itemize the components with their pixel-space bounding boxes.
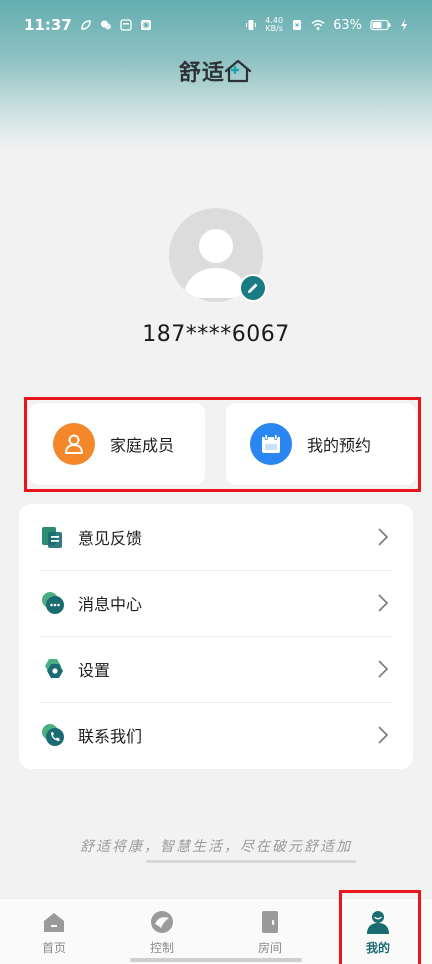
logo-text: 舒适 (178, 60, 225, 86)
my-appointments-label: 我的预约 (307, 436, 372, 455)
settings-menu-list: 意见反馈 消息中心 设置 联系我们 (19, 504, 413, 769)
pencil-icon (248, 283, 258, 293)
control-icon (151, 910, 173, 933)
chevron-right-icon (378, 726, 389, 744)
tab-room[interactable]: 房间 (216, 899, 324, 964)
battery-percent: 63% (333, 17, 362, 33)
home-indicator-bar[interactable] (130, 958, 302, 962)
app-logo: 舒适 (0, 55, 432, 87)
tab-label-control: 控制 (149, 940, 174, 955)
family-members-icon (53, 423, 95, 465)
feedback-icon (42, 527, 62, 548)
wifi-icon (311, 20, 325, 30)
menu-item-settings[interactable]: 设置 (19, 636, 413, 702)
menu-label-contact-us: 联系我们 (78, 727, 143, 746)
menu-label-feedback: 意见反馈 (78, 529, 143, 548)
leaf-icon (80, 20, 91, 30)
snowflake-icon (140, 20, 151, 30)
family-members-label: 家庭成员 (110, 436, 175, 455)
menu-item-feedback[interactable]: 意见反馈 (19, 504, 413, 570)
status-time: 11:37 (24, 16, 72, 34)
home-icon (44, 912, 64, 932)
app-notification-icon (120, 19, 132, 31)
menu-label-messages: 消息中心 (78, 595, 143, 614)
slogan-text: 舒适将康，智慧生活，尽在破元舒适加 (80, 839, 352, 855)
chevron-right-icon (378, 594, 389, 612)
message-icon (42, 592, 64, 614)
vibrate-icon (246, 20, 257, 30)
settings-icon (45, 659, 63, 678)
house-plus-icon (224, 59, 252, 83)
user-phone-number: 187****6067 (142, 322, 290, 347)
wechat-icon (100, 20, 111, 30)
network-speed: 4.40 KB/s (265, 17, 283, 33)
tab-label-room: 房间 (257, 940, 282, 955)
slogan-underline (146, 860, 356, 863)
battery-icon (370, 19, 391, 31)
highlight-frame-profile-tab (339, 890, 421, 964)
menu-item-contact-us[interactable]: 联系我们 (19, 702, 413, 768)
menu-label-settings: 设置 (78, 661, 111, 680)
menu-item-messages[interactable]: 消息中心 (19, 570, 413, 636)
status-bar: 11:37 4.40 KB/s 63% (0, 0, 432, 50)
family-members-button[interactable]: 家庭成员 (29, 403, 205, 485)
sim-error-icon (293, 20, 302, 30)
chevron-right-icon (378, 528, 389, 546)
phone-icon (42, 724, 64, 746)
tab-home[interactable]: 首页 (0, 899, 108, 964)
calendar-icon (250, 423, 292, 465)
speed-unit: KB/s (265, 24, 283, 33)
avatar-container[interactable] (169, 208, 267, 302)
tab-label-home: 首页 (41, 940, 66, 955)
edit-avatar-button[interactable] (239, 274, 267, 302)
tab-control[interactable]: 控制 (108, 899, 216, 964)
chevron-right-icon (378, 660, 389, 678)
room-door-icon (262, 910, 278, 933)
my-appointments-button[interactable]: 我的预约 (226, 403, 416, 485)
charging-icon (401, 19, 407, 31)
